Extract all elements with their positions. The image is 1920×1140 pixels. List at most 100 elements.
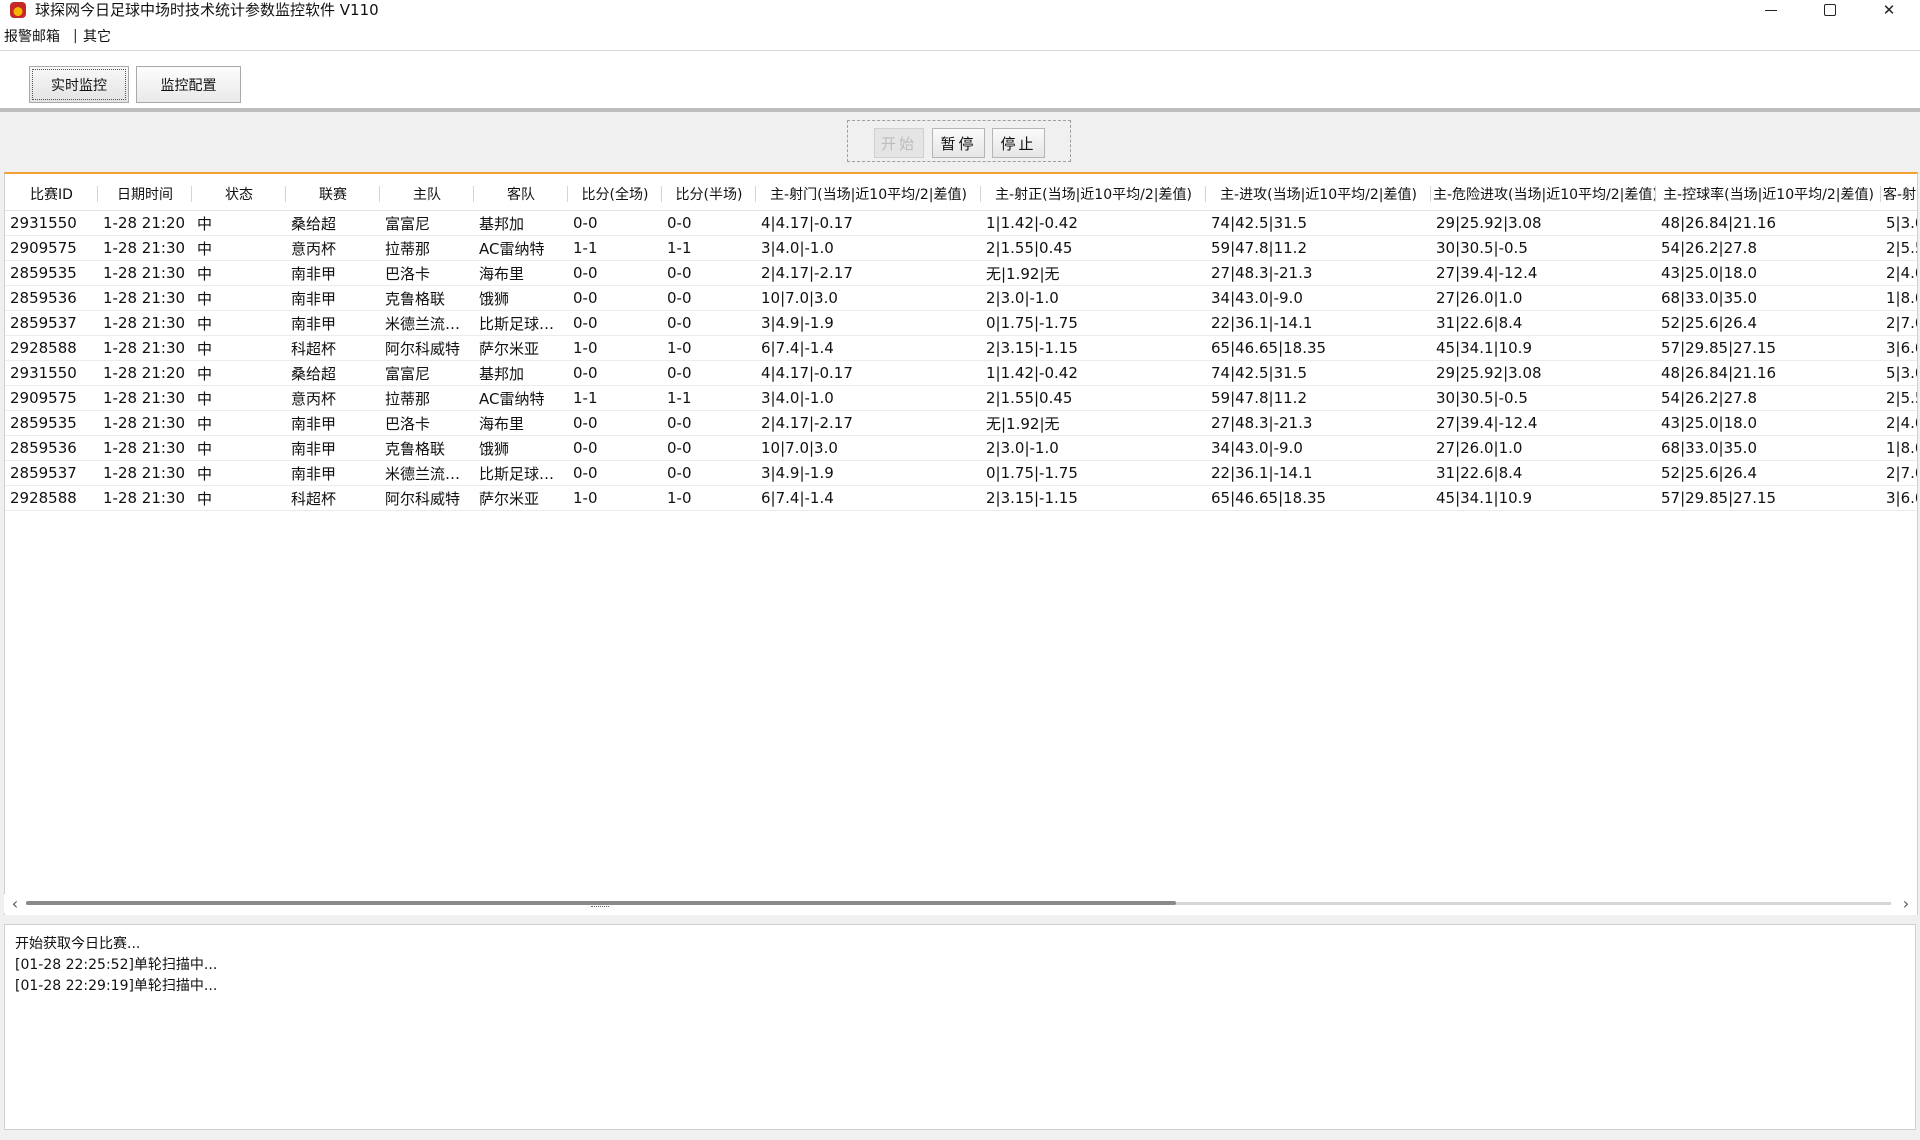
close-button[interactable]: ✕ (1866, 0, 1912, 20)
table-cell: 2928588 (5, 485, 98, 511)
table-cell: 意丙杯 (286, 385, 380, 411)
table-cell: 1-28 21:30 (98, 260, 192, 286)
table-cell: 52|25.6|26.4 (1656, 310, 1881, 336)
column-header[interactable]: 主-射门(当场|近10平均/2|差值) (756, 178, 981, 211)
table-cell: 3|4.0|-1.0 (756, 385, 981, 411)
table-cell: 3|6.0 (1881, 485, 1917, 511)
table-cell: 0-0 (568, 460, 662, 486)
table-cell: 2928588 (5, 335, 98, 361)
table-cell: 68|33.0|35.0 (1656, 435, 1881, 461)
table-row[interactable]: 28595371-28 21:30中南非甲米德兰流浪者比斯足球俱乐部0-00-0… (5, 310, 1917, 336)
table-row[interactable]: 28595371-28 21:30中南非甲米德兰流浪者比斯足球俱乐部0-00-0… (5, 460, 1917, 486)
table-cell: 22|36.1|-14.1 (1206, 460, 1431, 486)
column-header[interactable]: 客-射门(当场|近10平均/2|差值) (1881, 178, 1917, 211)
chevron-left-icon[interactable]: ‹ (6, 894, 24, 913)
column-header[interactable]: 客队 (474, 178, 568, 211)
start-button[interactable]: 开始 (874, 128, 924, 158)
column-header-label: 比赛ID (30, 187, 73, 203)
menu-item-other[interactable]: 其它 (83, 26, 111, 46)
table-cell: 拉蒂那 (380, 385, 474, 411)
match-table: 比赛ID 日期时间 状态 联赛 主队 客队 比分(全场) 比分(半场) 主-射门(当场|近10平… (5, 178, 1917, 511)
column-header[interactable]: 比分(半场) (662, 178, 756, 211)
stop-button[interactable]: 停止 (992, 128, 1045, 158)
menu-item-alert-email[interactable]: 报警邮箱 (4, 26, 60, 46)
table-cell: 5|3.0 (1881, 210, 1917, 236)
splitter-grip[interactable] (591, 906, 609, 909)
column-header[interactable]: 比赛ID (5, 178, 98, 211)
column-header[interactable]: 主-危险进攻(当场|近10平均/2|差值) (1431, 178, 1656, 211)
pause-button[interactable]: 暂停 (932, 128, 985, 158)
scroll-thumb[interactable] (26, 901, 1176, 905)
column-header[interactable]: 比分(全场) (568, 178, 662, 211)
table-row[interactable]: 2928588 1-28 21:30 中科超杯 阿尔科威特 萨尔米亚 1-0 1-0 6|7.… (5, 485, 1917, 511)
table-cell: 南非甲 (286, 310, 380, 336)
table-cell: 2|3.15|-1.15 (981, 485, 1206, 511)
minimize-button[interactable] (1748, 0, 1794, 20)
column-header-label: 状态 (225, 187, 253, 203)
table-cell: 31|22.6|8.4 (1431, 460, 1656, 486)
chevron-right-icon[interactable]: › (1897, 894, 1915, 913)
column-header[interactable]: 主队 (380, 178, 474, 211)
table-cell: 1|1.42|-0.42 (981, 360, 1206, 386)
table-cell: 1-0 (568, 485, 662, 511)
table-cell: 克鲁格联 (380, 435, 474, 461)
table-cell: 1-28 21:30 (98, 335, 192, 361)
table-cell: 54|26.2|27.8 (1656, 235, 1881, 261)
column-header-label: 主-危险进攻(当场|近10平均/2|差值) (1433, 187, 1656, 203)
tab-monitor-config[interactable]: 监控配置 (136, 66, 241, 103)
table-cell: 2|3.0|-1.0 (981, 285, 1206, 311)
table-cell: 0-0 (568, 435, 662, 461)
table-row[interactable]: 2928588 1-28 21:30 中科超杯 阿尔科威特 萨尔米亚 1-0 1-0 6|7.… (5, 335, 1917, 361)
table-row[interactable]: 2859536 1-28 21:30 中南非甲 克鲁格联 饿狮 0-0 0-0 10|7.0|… (5, 435, 1917, 461)
horizontal-scrollbar[interactable]: ‹ › (4, 894, 1916, 913)
table-cell: 6|7.4|-1.4 (756, 485, 981, 511)
table-cell: 意丙杯 (286, 235, 380, 261)
table-cell: 30|30.5|-0.5 (1431, 235, 1656, 261)
table-cell: 2|7.0 (1881, 310, 1917, 336)
table-cell: 29|25.92|3.08 (1431, 360, 1656, 386)
table-cell: 基邦加 (474, 210, 568, 236)
column-header[interactable]: 主-控球率(当场|近10平均/2|差值) (1656, 178, 1881, 211)
table-cell: 1|8.0 (1881, 435, 1917, 461)
table-cell: 34|43.0|-9.0 (1206, 435, 1431, 461)
column-header[interactable]: 状态 (192, 178, 286, 211)
column-header[interactable]: 主-进攻(当场|近10平均/2|差值) (1206, 178, 1431, 211)
table-cell: 59|47.8|11.2 (1206, 385, 1431, 411)
tab-realtime-monitor[interactable]: 实时监控 (29, 66, 129, 103)
column-header-label: 主-进攻(当场|近10平均/2|差值) (1220, 187, 1417, 203)
log-line: [01-28 22:25:52]单轮扫描中... (15, 957, 218, 973)
table-cell: 4|4.17|-0.17 (756, 360, 981, 386)
column-header-label: 联赛 (319, 187, 347, 203)
table-row[interactable]: 2909575 1-28 21:30 中意丙杯 拉蒂那 AC雷纳特 1-1 1-1 3|4.0… (5, 235, 1917, 261)
table-cell: 74|42.5|31.5 (1206, 210, 1431, 236)
menu-bar: 报警邮箱 其它 (0, 20, 1920, 51)
column-header[interactable]: 联赛 (286, 178, 380, 211)
table-cell: 南非甲 (286, 435, 380, 461)
table-cell: 比斯足球俱乐部 (474, 460, 568, 486)
column-header[interactable]: 主-射正(当场|近10平均/2|差值) (981, 178, 1206, 211)
table-cell: 1-1 (568, 235, 662, 261)
table-cell: AC雷纳特 (474, 385, 568, 411)
table-row[interactable]: 2931550 1-28 21:20 中桑给超 富富尼 基邦加 0-0 0-0 4|4.17|… (5, 210, 1917, 236)
table-header-row: 比赛ID 日期时间 状态 联赛 主队 客队 比分(全场) 比分(半场) 主-射门(当场|近10平… (5, 178, 1917, 211)
table-row[interactable]: 2859535 1-28 21:30 中南非甲 巴洛卡 海布里 0-0 0-0 2|4.17|… (5, 410, 1917, 436)
table-row[interactable]: 2859536 1-28 21:30 中南非甲 克鲁格联 饿狮 0-0 0-0 10|7.0|… (5, 285, 1917, 311)
table-cell: 0-0 (568, 260, 662, 286)
table-cell: 阿尔科威特 (380, 485, 474, 511)
column-header[interactable]: 日期时间 (98, 178, 192, 211)
table-row[interactable]: 2931550 1-28 21:20 中桑给超 富富尼 基邦加 0-0 0-0 4|4.17|… (5, 360, 1917, 386)
table-cell: 2|4.17|-2.17 (756, 260, 981, 286)
table-cell: 2|4.17|-2.17 (756, 410, 981, 436)
column-header-label: 比分(半场) (675, 187, 743, 203)
table-cell: 巴洛卡 (380, 260, 474, 286)
tab-bar: 实时监控 监控配置 (0, 51, 1920, 112)
table-cell: 43|25.0|18.0 (1656, 260, 1881, 286)
table-row[interactable]: 2859535 1-28 21:30 中南非甲 巴洛卡 海布里 0-0 0-0 2|4.17|… (5, 260, 1917, 286)
table-cell: 2909575 (5, 385, 98, 411)
table-cell: 65|46.65|18.35 (1206, 485, 1431, 511)
table-cell: 0-0 (568, 285, 662, 311)
table-cell: 2|5.5 (1881, 385, 1917, 411)
table-cell: 5|3.0 (1881, 360, 1917, 386)
maximize-button[interactable] (1807, 0, 1853, 20)
table-row[interactable]: 2909575 1-28 21:30 中意丙杯 拉蒂那 AC雷纳特 1-1 1-1 3|4.0… (5, 385, 1917, 411)
